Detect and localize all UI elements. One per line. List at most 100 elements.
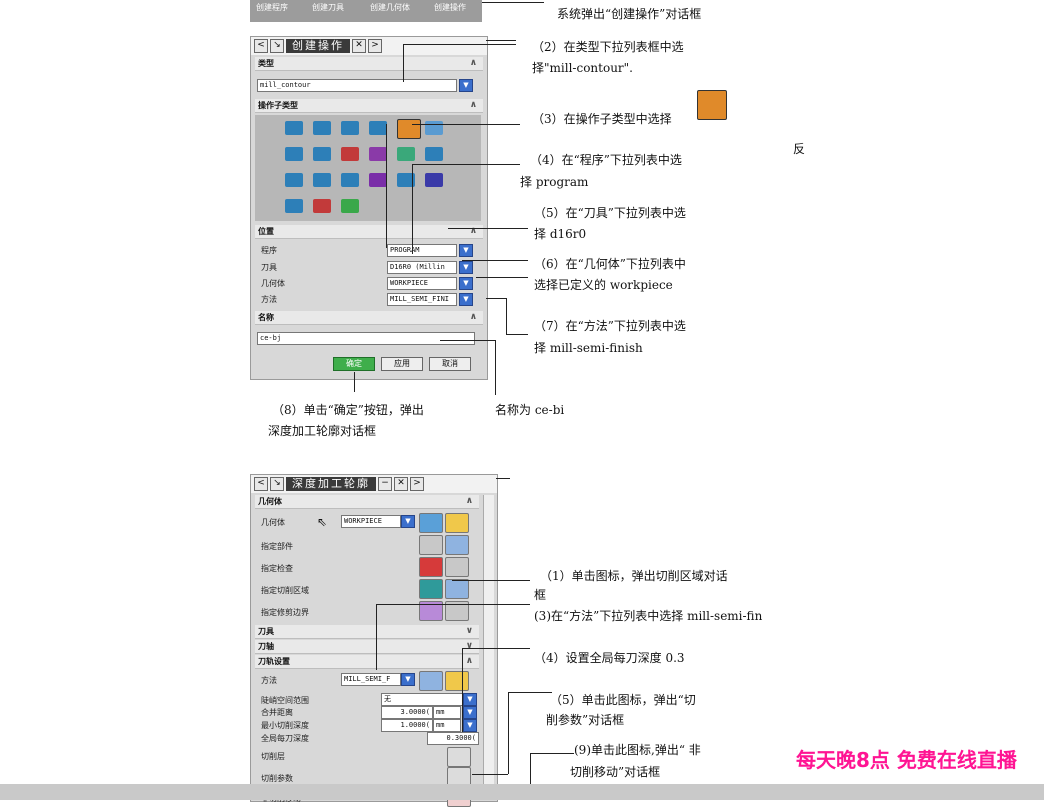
toolbar-create-operation[interactable]: 创建操作 [434,2,466,13]
section-toolpath[interactable]: 刀轨设置 ∧ [255,655,479,669]
check-display-icon[interactable] [445,557,469,577]
depth-input[interactable]: 0.3000( [427,732,479,745]
apply-button[interactable]: 应用 [381,357,423,371]
type-dropdown-arrow-icon[interactable]: ▼ [459,79,473,92]
merge-unit-arrow-icon[interactable]: ▼ [463,706,477,719]
flowcut-smooth-icon[interactable] [369,173,387,187]
geometry-select[interactable]: WORKPIECE [387,277,457,290]
cut-levels-icon[interactable] [447,747,471,767]
contour-surface-icon[interactable] [341,147,359,161]
geometry-dropdown-arrow-icon[interactable]: ▼ [459,277,473,290]
edit-method-icon[interactable] [445,671,469,691]
name-input[interactable]: ce-bj [257,332,475,345]
chevron-down-icon[interactable]: ∨ [466,640,473,653]
part-select-icon[interactable] [419,535,443,555]
section-type[interactable]: 类型 ∧ [255,57,483,71]
live-stream-banner[interactable]: 每天晚8点 免费在线直播 [796,744,1017,773]
flowcut-single-icon[interactable] [285,173,303,187]
section-subtype[interactable]: 操作子类型 ∧ [255,99,483,113]
leader-line [462,648,530,649]
annotation-b4: （4）设置全局每刀深度 0.3 [534,651,685,665]
steep-select[interactable]: 无 [381,693,463,706]
chevron-up-icon[interactable]: ∧ [466,655,473,668]
leader-line [412,124,520,125]
geometry-label: 几何体 [261,279,285,288]
new-geometry-icon[interactable] [419,513,443,533]
merge-unit-select[interactable]: mm [433,706,461,719]
flowcut-multiple-icon[interactable] [313,173,331,187]
chevron-up-icon[interactable]: ∧ [470,99,477,112]
chevron-down-icon[interactable]: ∨ [466,625,473,638]
chevron-up-icon[interactable]: ∧ [470,225,477,238]
method-dropdown-arrow-icon[interactable]: ▼ [459,293,473,306]
flowcut-icon[interactable] [425,147,443,161]
nav-right-icon[interactable]: > [368,39,382,53]
contour-area-icon[interactable] [313,147,331,161]
zlevel-selected-icon[interactable] [397,119,421,139]
toolbar-create-tool[interactable]: 创建刀具 [312,2,344,13]
leader-line [508,692,552,693]
edit-geometry-icon[interactable] [445,513,469,533]
min-cut-unit-select[interactable]: mm [433,719,461,732]
contour-text-icon[interactable] [397,147,415,161]
program-dropdown-arrow-icon[interactable]: ▼ [459,244,473,257]
section-geometry[interactable]: 几何体 ∧ [255,495,479,509]
steep-dropdown-arrow-icon[interactable]: ▼ [463,693,477,706]
annotation-3: （3）在操作子类型中选择 [532,112,672,126]
cavity-mill-icon[interactable] [313,121,331,135]
toolbar-create-program[interactable]: 创建程序 [256,2,288,13]
toolbar-create-geometry[interactable]: 创建几何体 [370,2,410,13]
method-select[interactable]: MILL_SEMI_F [341,673,401,686]
part-display-icon[interactable] [445,535,469,555]
merge-input[interactable]: 3.0000( [381,706,433,719]
contour-text2-icon[interactable] [285,199,303,213]
ok-button[interactable]: 确定 [333,357,375,371]
dialog-titlebar: < ↘ 创建操作 ✕ > [251,37,487,55]
type-select[interactable]: mill_contour [257,79,457,92]
streamline-icon[interactable] [369,147,387,161]
check-select-icon[interactable] [419,557,443,577]
tool-icon: ↘ [270,39,284,53]
tool-select[interactable]: D16R0 (Millin [387,261,457,274]
chevron-up-icon[interactable]: ∧ [466,495,473,508]
section-tool[interactable]: 刀具 ∨ [255,625,479,639]
flowcut-ref-icon[interactable] [341,173,359,187]
cancel-button[interactable]: 取消 [429,357,471,371]
new-method-icon[interactable] [419,671,443,691]
corner-rough-icon[interactable] [369,121,387,135]
method-select[interactable]: MILL_SEMI_FINI [387,293,457,306]
min-cut-unit-arrow-icon[interactable]: ▼ [463,719,477,732]
plunge-mill-icon[interactable] [341,121,359,135]
cut-area-display-icon[interactable] [445,579,469,599]
profile-3d-icon[interactable] [425,173,443,187]
mill-user-icon[interactable] [313,199,331,213]
program-select[interactable]: PROGRAM [387,244,457,257]
annotation-7-line2: 择 mill-semi-finish [534,341,643,355]
nav-left-icon[interactable]: < [254,477,268,491]
close-icon[interactable]: ✕ [394,477,408,491]
fixed-contour-icon[interactable] [285,147,303,161]
annotation-7-line1: （7）在“方法”下拉列表中选 [534,319,686,333]
zlevel-profile-icon[interactable] [285,121,303,135]
minimize-icon[interactable]: − [378,477,392,491]
chevron-up-icon[interactable]: ∧ [470,311,477,324]
geometry-select[interactable]: WORKPIECE [341,515,401,528]
method-dropdown-arrow-icon[interactable]: ▼ [401,673,415,686]
geometry-label: 几何体 [261,518,285,527]
nav-left-icon[interactable]: < [254,39,268,53]
min-cut-input[interactable]: 1.0000( [381,719,433,732]
geometry-dropdown-arrow-icon[interactable]: ▼ [401,515,415,528]
annotation-b1-line2: 框 [534,588,547,602]
section-name[interactable]: 名称 ∧ [255,311,483,325]
section-axis[interactable]: 刀轴 ∨ [255,640,479,654]
cut-area-select-icon[interactable] [419,579,443,599]
chevron-up-icon[interactable]: ∧ [470,57,477,70]
close-icon[interactable]: ✕ [352,39,366,53]
mill-control-icon[interactable] [341,199,359,213]
scrollbar[interactable] [483,495,494,795]
tool-label: 刀具 [261,263,277,272]
tool-dropdown-arrow-icon[interactable]: ▼ [459,261,473,274]
nav-right-icon[interactable]: > [410,477,424,491]
dialog-title: 创建操作 [286,39,350,53]
min-cut-label: 最小切削深度 [261,721,309,730]
